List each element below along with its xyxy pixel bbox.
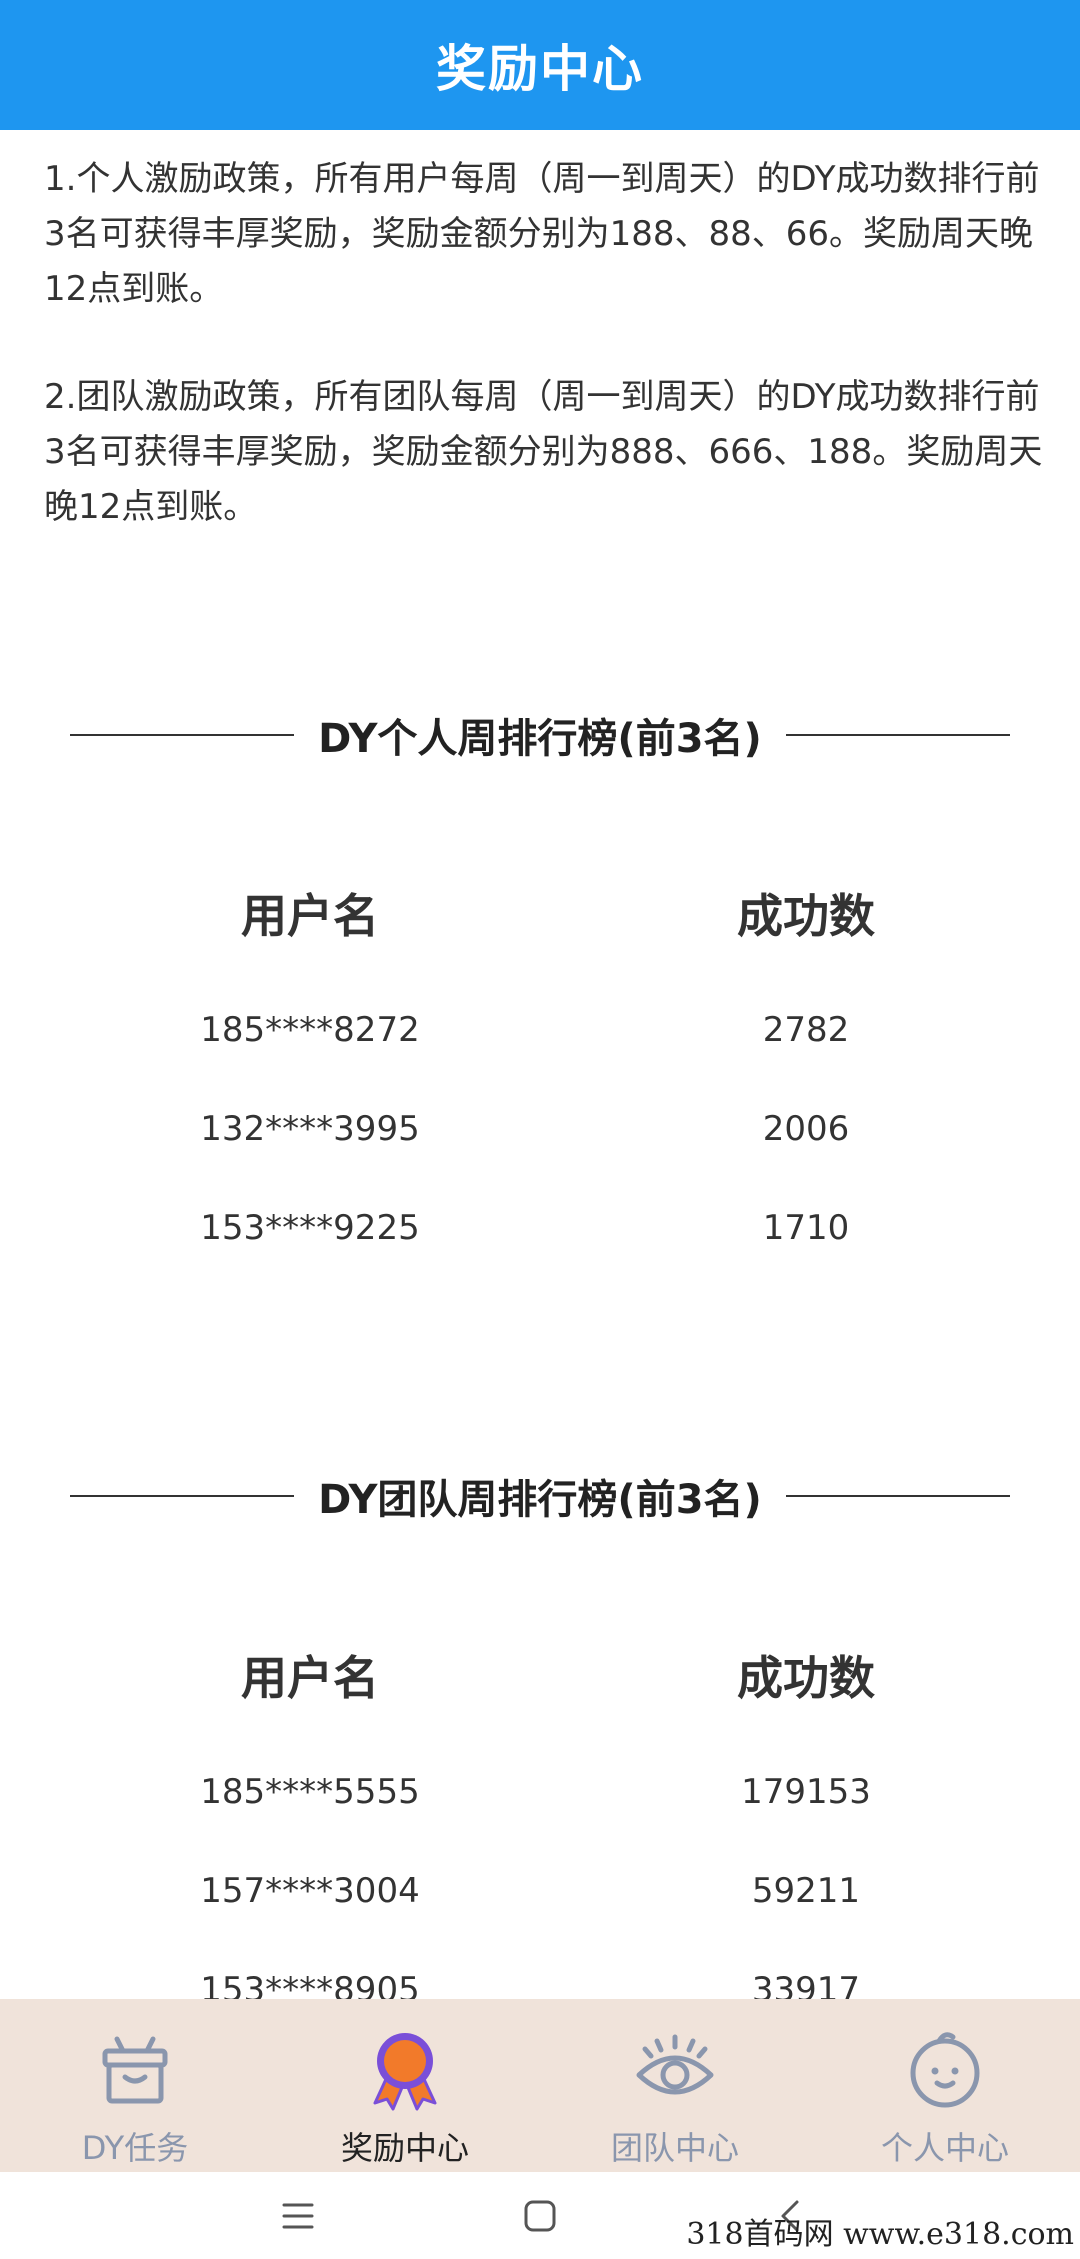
team-rank-title: DY团队周排行榜(前3名) [318,1477,762,1523]
tab-label: 奖励中心 [340,2129,469,2167]
recent-apps-button[interactable] [268,2192,328,2240]
team-rank-table: 用户名 成功数 185****5555 179153 157****3004 5… [0,1640,1080,2039]
table-row: 185****8272 2782 [0,980,1080,1079]
tab-team-center[interactable]: 团队中心 [540,1999,810,2172]
table-row: 132****3995 2006 [0,1079,1080,1178]
bottom-tab-bar: DY任务 奖励中心 团队中心 个人中心 [0,1999,1080,2172]
table-header-row: 用户名 成功数 [0,878,1080,948]
eye-icon [636,2034,714,2095]
header-bar: 奖励中心 [0,0,1080,130]
award-ribbon-icon [373,2033,437,2111]
success-count-cell: 1710 [762,1207,850,1248]
tab-label: DY任务 [81,2129,189,2167]
success-count-cell: 2782 [762,1009,850,1050]
gift-box-icon [102,2036,168,2104]
table-row: 185****5555 179153 [0,1742,1080,1841]
column-header-username: 用户名 [241,1651,379,1705]
home-square-icon [524,2200,556,2232]
team-rank-heading: DY团队周排行榜(前3名) [70,1466,1010,1526]
tab-personal-center[interactable]: 个人中心 [810,1999,1080,2172]
heading-divider-left [70,1495,295,1497]
tab-label: 个人中心 [880,2129,1009,2167]
personal-rank-heading: DY个人周排行榜(前3名) [70,705,1010,765]
heading-divider-left [70,734,295,736]
table-header-row: 用户名 成功数 [0,1640,1080,1710]
column-header-success-count: 成功数 [737,889,875,943]
username-cell: 157****3004 [200,1870,420,1911]
site-watermark: 318首码网 www.e318.com [686,2217,1074,2252]
heading-divider-right [785,734,1010,736]
column-header-username: 用户名 [241,889,379,943]
tab-label: 团队中心 [610,2129,739,2167]
tab-dy-task[interactable]: DY任务 [0,1999,270,2172]
system-navigation-bar: 318首码网 www.e318.com [0,2172,1080,2259]
success-count-cell: 59211 [751,1870,861,1911]
username-cell: 185****5555 [200,1771,420,1812]
heading-divider-right [785,1495,1010,1497]
tab-reward-center[interactable]: 奖励中心 [270,1999,540,2172]
username-cell: 153****9225 [200,1207,420,1248]
success-count-cell: 179153 [741,1771,871,1812]
column-header-success-count: 成功数 [737,1651,875,1705]
personal-rank-title: DY个人周排行榜(前3名) [318,716,762,762]
personal-rank-table: 用户名 成功数 185****8272 2782 132****3995 200… [0,878,1080,1277]
table-row: 153****9225 1710 [0,1178,1080,1277]
face-icon [910,2032,980,2108]
success-count-cell: 2006 [762,1108,850,1149]
team-policy-text: 2.团队激励政策，所有团队每周（周一到周天）的DY成功数排行前3名可获得丰厚奖励… [44,377,1043,527]
table-row: 157****3004 59211 [0,1841,1080,1940]
username-cell: 132****3995 [200,1108,420,1149]
menu-lines-icon [282,2203,314,2229]
personal-policy-text: 1.个人激励政策，所有用户每周（周一到周天）的DY成功数排行前3名可获得丰厚奖励… [44,159,1040,309]
home-button[interactable] [510,2192,570,2240]
username-cell: 185****8272 [200,1009,420,1050]
page-title: 奖励中心 [436,40,644,98]
